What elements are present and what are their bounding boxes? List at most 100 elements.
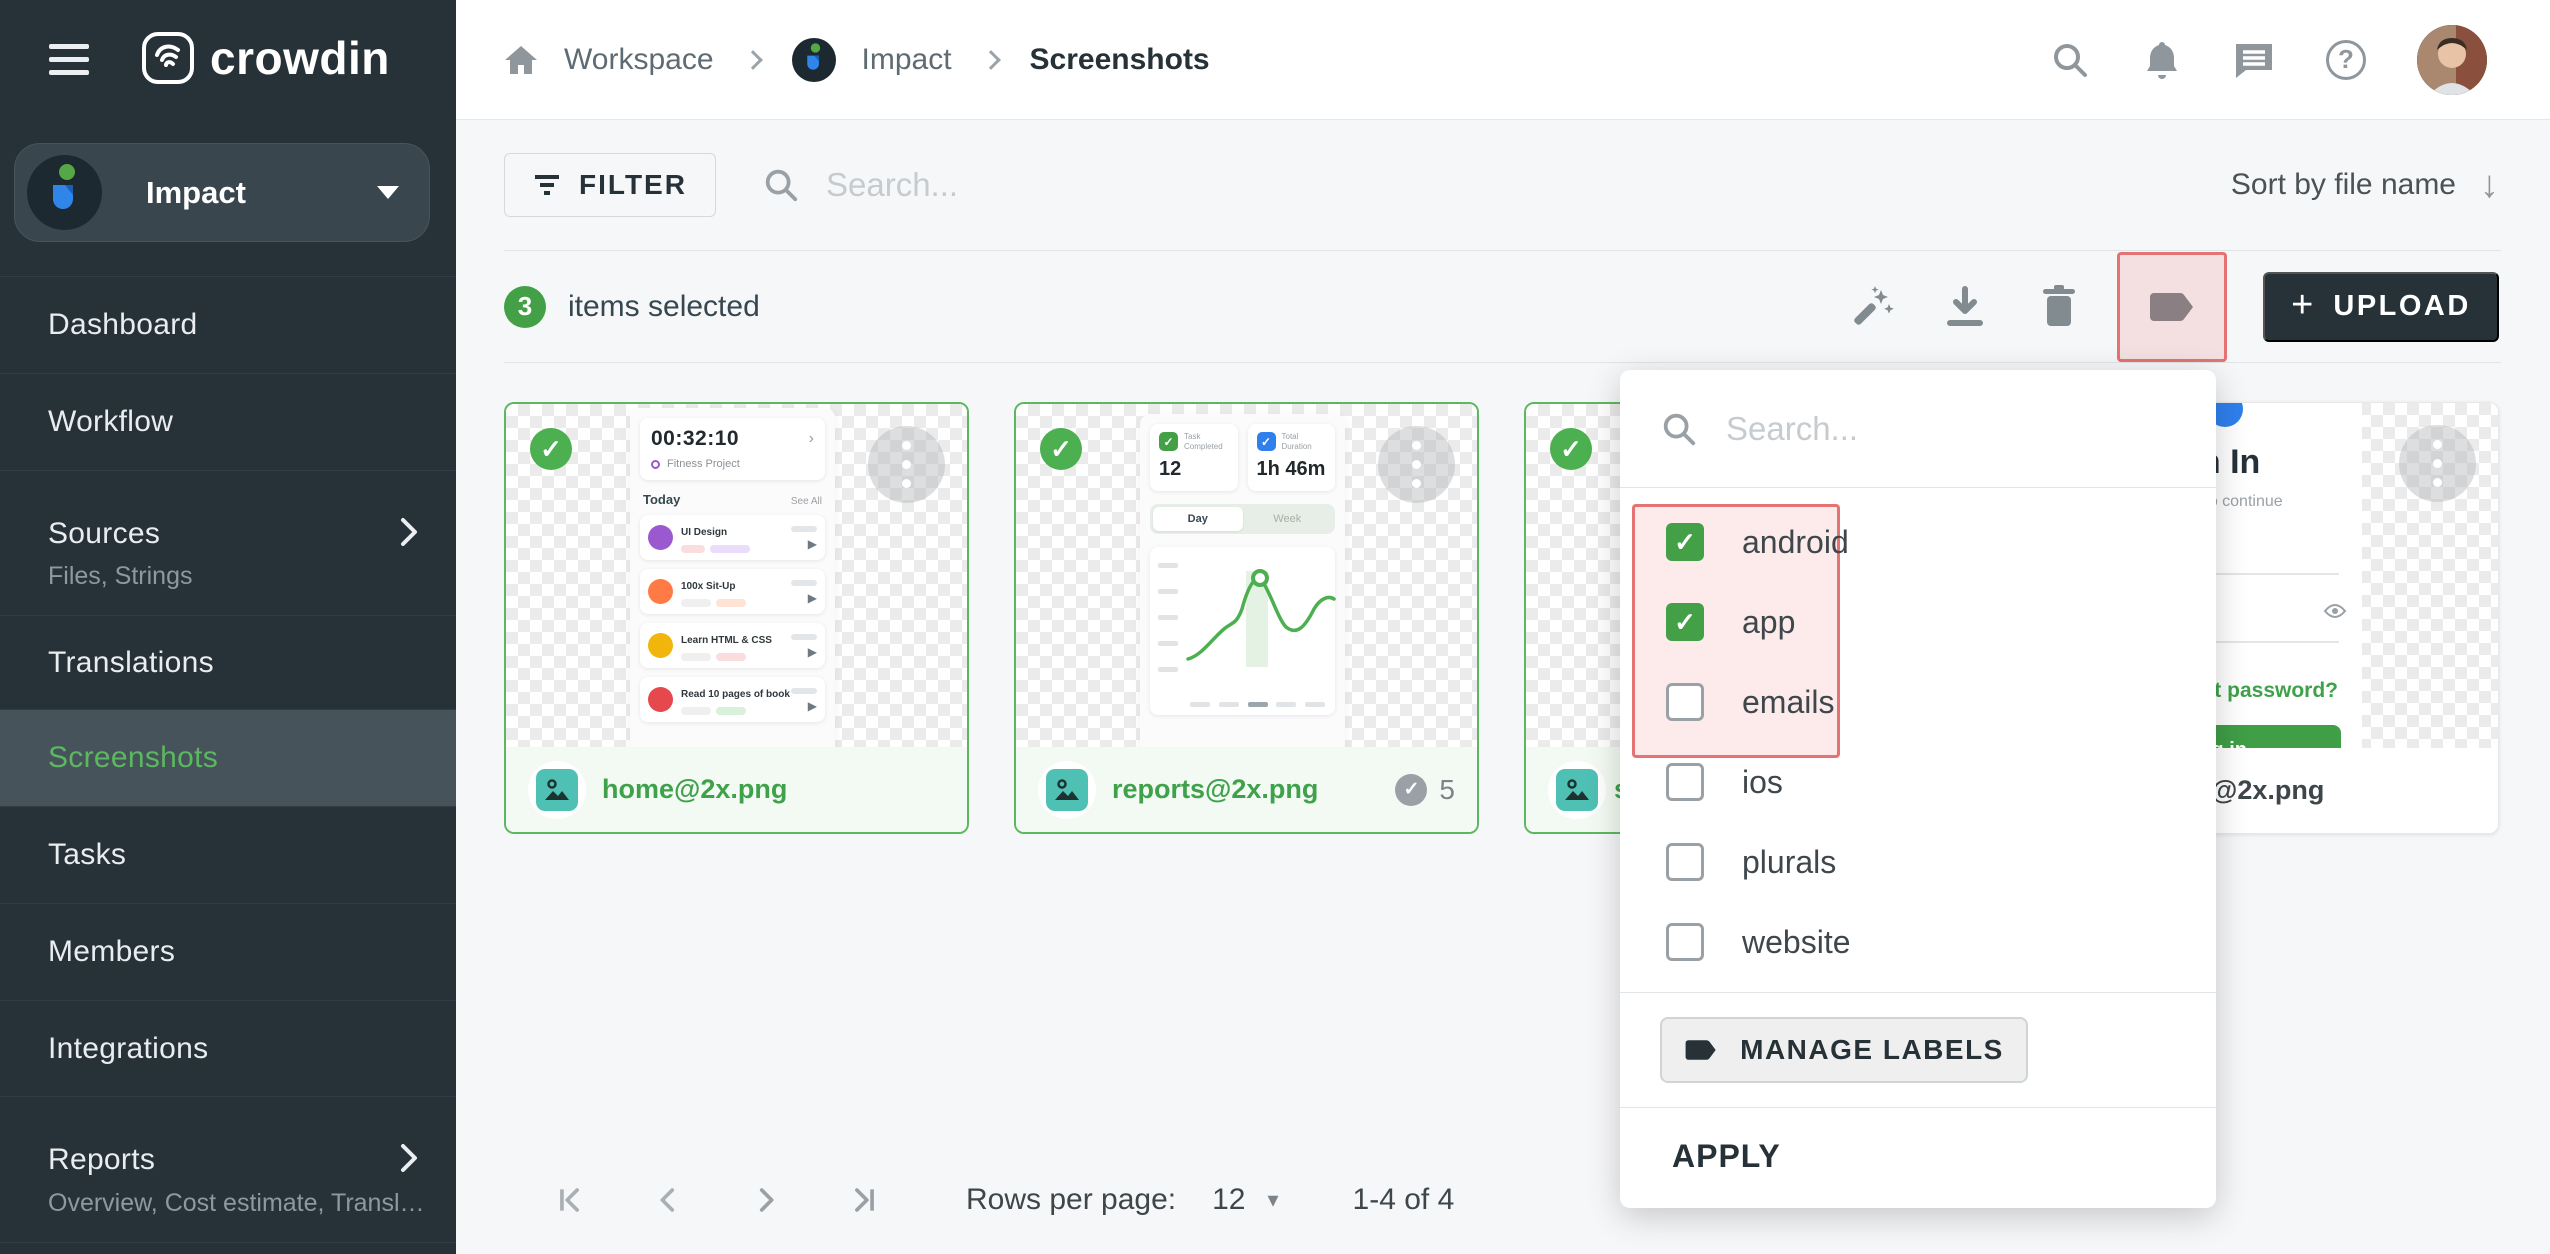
- caret-down-icon[interactable]: ▾: [1268, 1187, 1279, 1213]
- checkbox-unchecked[interactable]: [1666, 843, 1704, 881]
- label-option-website[interactable]: website: [1620, 902, 2216, 982]
- check-icon: ✓: [1257, 432, 1276, 451]
- checkbox-unchecked[interactable]: [1666, 923, 1704, 961]
- label-options-list: ✓ android ✓ app emails ios plurals: [1620, 488, 2216, 992]
- divider: [504, 362, 2501, 363]
- download-icon[interactable]: [1933, 275, 1997, 339]
- chevron-right-icon: [981, 50, 1001, 70]
- project-name: Impact: [146, 175, 246, 211]
- filter-button[interactable]: FILTER: [504, 153, 716, 217]
- screenshot-card-home[interactable]: 00:32:10 › Fitness Project Today See All: [504, 402, 969, 834]
- sidebar: crowdin Impact Dashboard Workflow Source…: [0, 0, 456, 1254]
- upload-button[interactable]: + UPLOAD: [2263, 272, 2499, 342]
- user-avatar[interactable]: [2416, 24, 2488, 96]
- crowdin-logo[interactable]: crowdin: [140, 30, 390, 86]
- play-icon: ▶: [808, 538, 817, 550]
- page-range: 1-4 of 4: [1353, 1183, 1455, 1217]
- checkbox-checked[interactable]: ✓: [1666, 603, 1704, 641]
- label-option-ios[interactable]: ios: [1620, 742, 2216, 822]
- preview-image: ✓ Task Completed 12 ✓ Total Duration 1h …: [1140, 414, 1345, 751]
- search-icon: [762, 166, 800, 204]
- sidebar-item-reports[interactable]: Reports Overview, Cost estimate, Transl…: [0, 1096, 456, 1243]
- crowdin-screenshots-page: crowdin Impact Dashboard Workflow Source…: [0, 0, 2550, 1254]
- chevron-right-icon: [398, 515, 420, 549]
- sidebar-item-screenshots[interactable]: Screenshots: [0, 709, 456, 806]
- first-page-icon[interactable]: [542, 1172, 598, 1228]
- file-name[interactable]: @2x.png: [2211, 775, 2324, 806]
- sidebar-item-workflow[interactable]: Workflow: [0, 373, 456, 470]
- sidebar-item-integrations[interactable]: Integrations: [0, 1000, 456, 1096]
- label-dropdown: ✓ android ✓ app emails ios plurals: [1620, 370, 2216, 1208]
- selected-check-icon[interactable]: ✓: [1040, 428, 1082, 470]
- crowdin-logo-icon: [140, 30, 196, 86]
- label-option-app[interactable]: ✓ app: [1620, 582, 2216, 662]
- search-input[interactable]: [826, 166, 1426, 204]
- global-search-icon[interactable]: [2048, 38, 2092, 82]
- card-footer: reports@2x.png ✓ 5: [1016, 747, 1477, 832]
- task-row: Read 10 pages of book ▶: [640, 677, 825, 722]
- play-icon: ▶: [808, 646, 817, 658]
- label-option-plurals[interactable]: plurals: [1620, 822, 2216, 902]
- sidebar-item-translations[interactable]: Translations: [0, 615, 456, 709]
- plus-icon: +: [2291, 286, 2313, 324]
- top-bar: Workspace Impact Screenshots ?: [456, 0, 2550, 120]
- manage-labels-button[interactable]: MANAGE LABELS: [1660, 1017, 2028, 1083]
- help-icon[interactable]: ?: [2324, 38, 2368, 82]
- selected-check-icon[interactable]: ✓: [530, 428, 572, 470]
- breadcrumb-project-avatar[interactable]: [792, 38, 836, 82]
- auto-tag-wand-icon[interactable]: [1839, 275, 1903, 339]
- sidebar-item-tasks[interactable]: Tasks: [0, 806, 456, 903]
- sidebar-item-sources[interactable]: Sources Files, Strings: [0, 470, 456, 615]
- screenshot-card-reports[interactable]: ✓ Task Completed 12 ✓ Total Duration 1h …: [1014, 402, 1479, 834]
- chevron-right-icon: ›: [809, 430, 814, 448]
- label-option-android[interactable]: ✓ android: [1620, 502, 2216, 582]
- sort-control[interactable]: Sort by file name ↓: [2231, 166, 2499, 204]
- selection-toolbar: 3 items selected: [504, 251, 2499, 362]
- rows-per-page-value[interactable]: 12: [1212, 1183, 1245, 1217]
- screenshot-search: [762, 166, 2231, 204]
- project-switcher[interactable]: Impact: [14, 143, 430, 242]
- assign-label-icon[interactable]: [2140, 275, 2204, 339]
- breadcrumb-workspace[interactable]: Workspace: [564, 43, 714, 77]
- bulk-actions: + UPLOAD: [1809, 252, 2499, 362]
- delete-trash-icon[interactable]: [2027, 275, 2091, 339]
- card-menu-kebab[interactable]: [868, 426, 945, 503]
- messages-icon[interactable]: [2232, 38, 2276, 82]
- sidebar-item-members[interactable]: Members: [0, 903, 456, 1000]
- label-option-emails[interactable]: emails: [1620, 662, 2216, 742]
- home-icon[interactable]: [504, 44, 538, 76]
- check-icon: ✓: [1395, 774, 1427, 806]
- hamburger-menu-icon[interactable]: [49, 44, 89, 78]
- apply-button[interactable]: APPLY: [1672, 1138, 1781, 1175]
- file-name[interactable]: home@2x.png: [602, 774, 787, 805]
- breadcrumb: Workspace Impact Screenshots: [504, 38, 1210, 82]
- next-page-icon[interactable]: [738, 1172, 794, 1228]
- sort-direction-arrow-icon[interactable]: ↓: [2480, 166, 2499, 204]
- file-name[interactable]: reports@2x.png: [1112, 774, 1318, 805]
- notifications-bell-icon[interactable]: [2140, 38, 2184, 82]
- task-list: UI Design ▶ 100x Sit-Up ▶: [640, 515, 825, 722]
- breadcrumb-project[interactable]: Impact: [862, 43, 952, 77]
- search-icon: [1660, 410, 1698, 448]
- preview-image: 00:32:10 › Fitness Project Today See All: [630, 408, 835, 751]
- play-icon: ▶: [808, 700, 817, 712]
- checkbox-unchecked[interactable]: [1666, 683, 1704, 721]
- task-row: UI Design ▶: [640, 515, 825, 560]
- caret-down-icon: [377, 186, 399, 199]
- breadcrumb-current-page: Screenshots: [1030, 43, 1210, 77]
- filter-icon: [533, 173, 561, 197]
- top-bar-actions: ?: [2048, 24, 2488, 96]
- sidebar-item-sources-subtitle: Files, Strings: [48, 562, 192, 591]
- previous-page-icon[interactable]: [640, 1172, 696, 1228]
- label-search-input[interactable]: [1726, 410, 2106, 448]
- check-icon: ✓: [1159, 432, 1178, 451]
- selected-count-label: items selected: [568, 290, 760, 324]
- checkbox-unchecked[interactable]: [1666, 763, 1704, 801]
- last-page-icon[interactable]: [836, 1172, 892, 1228]
- card-menu-kebab[interactable]: [2399, 425, 2476, 502]
- image-file-icon: [1046, 769, 1088, 811]
- selected-check-icon[interactable]: ✓: [1550, 428, 1592, 470]
- sidebar-item-dashboard[interactable]: Dashboard: [0, 276, 456, 373]
- checkbox-checked[interactable]: ✓: [1666, 523, 1704, 561]
- card-menu-kebab[interactable]: [1378, 426, 1455, 503]
